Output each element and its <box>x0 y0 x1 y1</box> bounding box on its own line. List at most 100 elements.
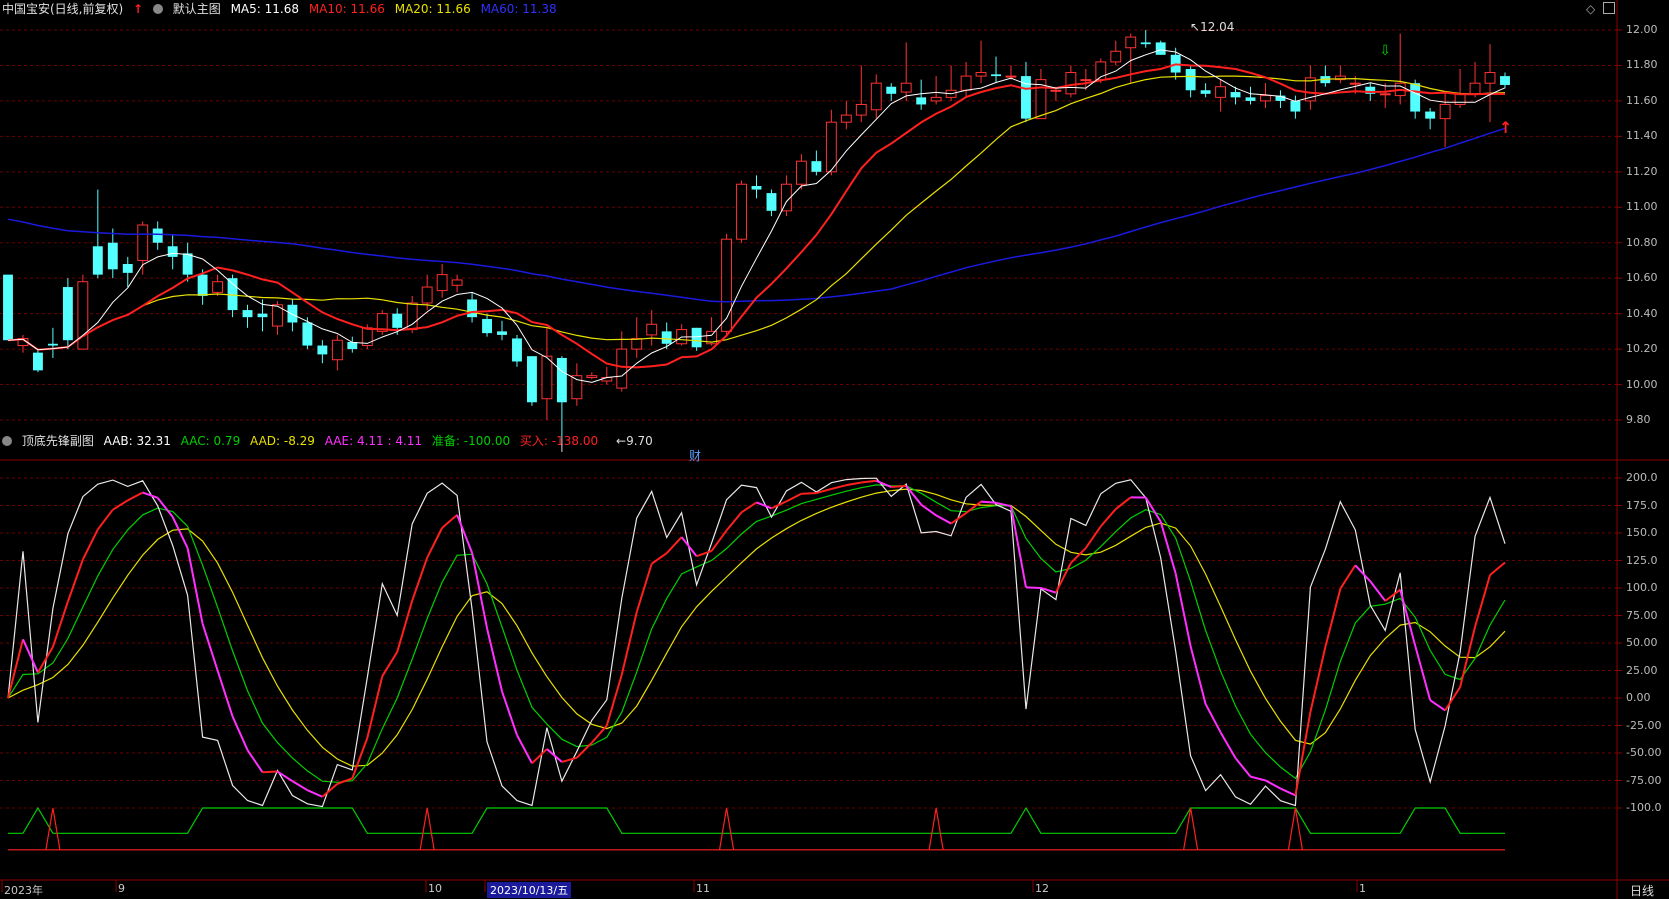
buy-spike <box>1183 807 1199 850</box>
aae-segment <box>81 528 99 561</box>
aae-segment <box>696 549 712 558</box>
aad-line <box>7 488 1506 767</box>
aae-segment <box>861 479 877 484</box>
aae-segment <box>710 529 728 552</box>
candle-body-up <box>900 82 912 93</box>
candle-body-down <box>107 242 118 270</box>
aae-segment <box>306 789 323 798</box>
candle-body-up <box>1349 82 1361 85</box>
prepare-line <box>8 806 1505 834</box>
aae-segment <box>1025 586 1041 589</box>
candle-body-down <box>1155 42 1166 55</box>
aae-segment <box>516 734 533 764</box>
candle-body-up <box>930 96 942 102</box>
chart-canvas[interactable]: ⇩↑ <box>0 0 1669 899</box>
aae-segment <box>471 552 489 629</box>
candle-body-down <box>916 97 927 105</box>
finance-marker[interactable]: 财 <box>689 447 701 464</box>
candle-body-up <box>1439 103 1451 120</box>
aae-segment <box>1070 547 1087 564</box>
candle-body-up <box>855 103 867 116</box>
aae-segment <box>291 780 308 792</box>
candle-body-up <box>1215 86 1227 98</box>
candle-body-up <box>212 281 224 293</box>
aae-segment <box>441 514 458 529</box>
aae-segment <box>366 676 384 739</box>
aae-segment <box>1474 574 1491 628</box>
value-tick-label: 200.0 <box>1626 471 1658 484</box>
aae-segment <box>740 501 758 514</box>
aae-segment <box>156 497 174 518</box>
aae-segment <box>1085 525 1102 549</box>
aae-segment <box>1234 757 1252 778</box>
aae-segment <box>920 503 937 517</box>
aae-segment <box>1309 646 1327 713</box>
aae-segment <box>66 559 84 602</box>
price-tick-label: 10.00 <box>1626 377 1658 391</box>
candle-body-up <box>451 279 463 286</box>
candle-body-up <box>436 274 448 292</box>
value-tick-label: 175.0 <box>1626 498 1658 512</box>
aae-segment <box>276 770 293 782</box>
aae-segment <box>411 557 429 602</box>
period-label[interactable]: 日线 <box>1630 882 1654 899</box>
date-label: 1 <box>1359 882 1366 895</box>
aae-segment <box>905 485 922 506</box>
candle-body-down <box>1290 100 1301 112</box>
candle-body-down <box>92 246 103 275</box>
candle-body-up <box>1260 95 1271 102</box>
candle-body-up <box>795 160 807 185</box>
candle-body-down <box>556 357 567 403</box>
candle-body-up <box>331 339 343 361</box>
buy-spike <box>419 807 435 850</box>
aae-segment <box>1265 779 1281 790</box>
aae-segment <box>1339 564 1357 590</box>
candle-body-down <box>287 304 298 323</box>
candle-body-down <box>257 313 268 318</box>
candle-body-down <box>482 318 492 334</box>
aae-segment <box>1204 703 1222 733</box>
aae-segment <box>231 716 249 751</box>
aae-segment <box>1280 787 1296 797</box>
candle-body-down <box>32 352 43 371</box>
candle-body-down <box>691 327 702 348</box>
aae-segment <box>426 527 444 559</box>
aac-line <box>7 484 1506 783</box>
aae-segment <box>1189 646 1207 705</box>
candle-body-up <box>960 75 972 91</box>
aab-line <box>7 477 1506 808</box>
date-label: 2023年 <box>4 884 43 897</box>
aae-segment <box>1489 561 1506 576</box>
candle-body-down <box>197 274 208 296</box>
aae-segment <box>1159 521 1177 574</box>
aae-segment <box>127 491 144 502</box>
candle-body-up <box>825 121 837 173</box>
candle-body-down <box>1410 83 1421 112</box>
candle-body-down <box>751 186 762 190</box>
price-tick-label: 11.80 <box>1626 58 1658 72</box>
candle-body-up <box>541 355 553 400</box>
aae-segment <box>875 479 892 488</box>
candle-body-down <box>167 246 178 257</box>
candle-body-up <box>616 348 628 389</box>
value-tick-label: -75.00 <box>1626 773 1662 787</box>
candle-body-down <box>242 310 253 318</box>
candle-body-down <box>392 313 403 328</box>
candle-body-down <box>1500 76 1510 85</box>
aae-segment <box>1414 645 1432 701</box>
date-label: 10 <box>428 882 442 895</box>
candle-body-up <box>1005 75 1017 78</box>
aae-segment <box>22 638 39 673</box>
price-tick-label: 12.00 <box>1626 23 1658 36</box>
candle-body-down <box>811 161 822 172</box>
aae-segment <box>846 481 862 487</box>
aae-segment <box>1144 496 1162 523</box>
candle-body-down <box>152 228 163 243</box>
aae-segment <box>1429 699 1446 712</box>
candle-body-up <box>1484 72 1496 84</box>
value-tick-label: 150.0 <box>1626 526 1658 539</box>
candle-body-down <box>302 322 313 346</box>
price-tick-label: 10.60 <box>1626 271 1658 285</box>
value-tick-label: 125.0 <box>1626 553 1658 567</box>
candle-body-down <box>1425 111 1436 119</box>
